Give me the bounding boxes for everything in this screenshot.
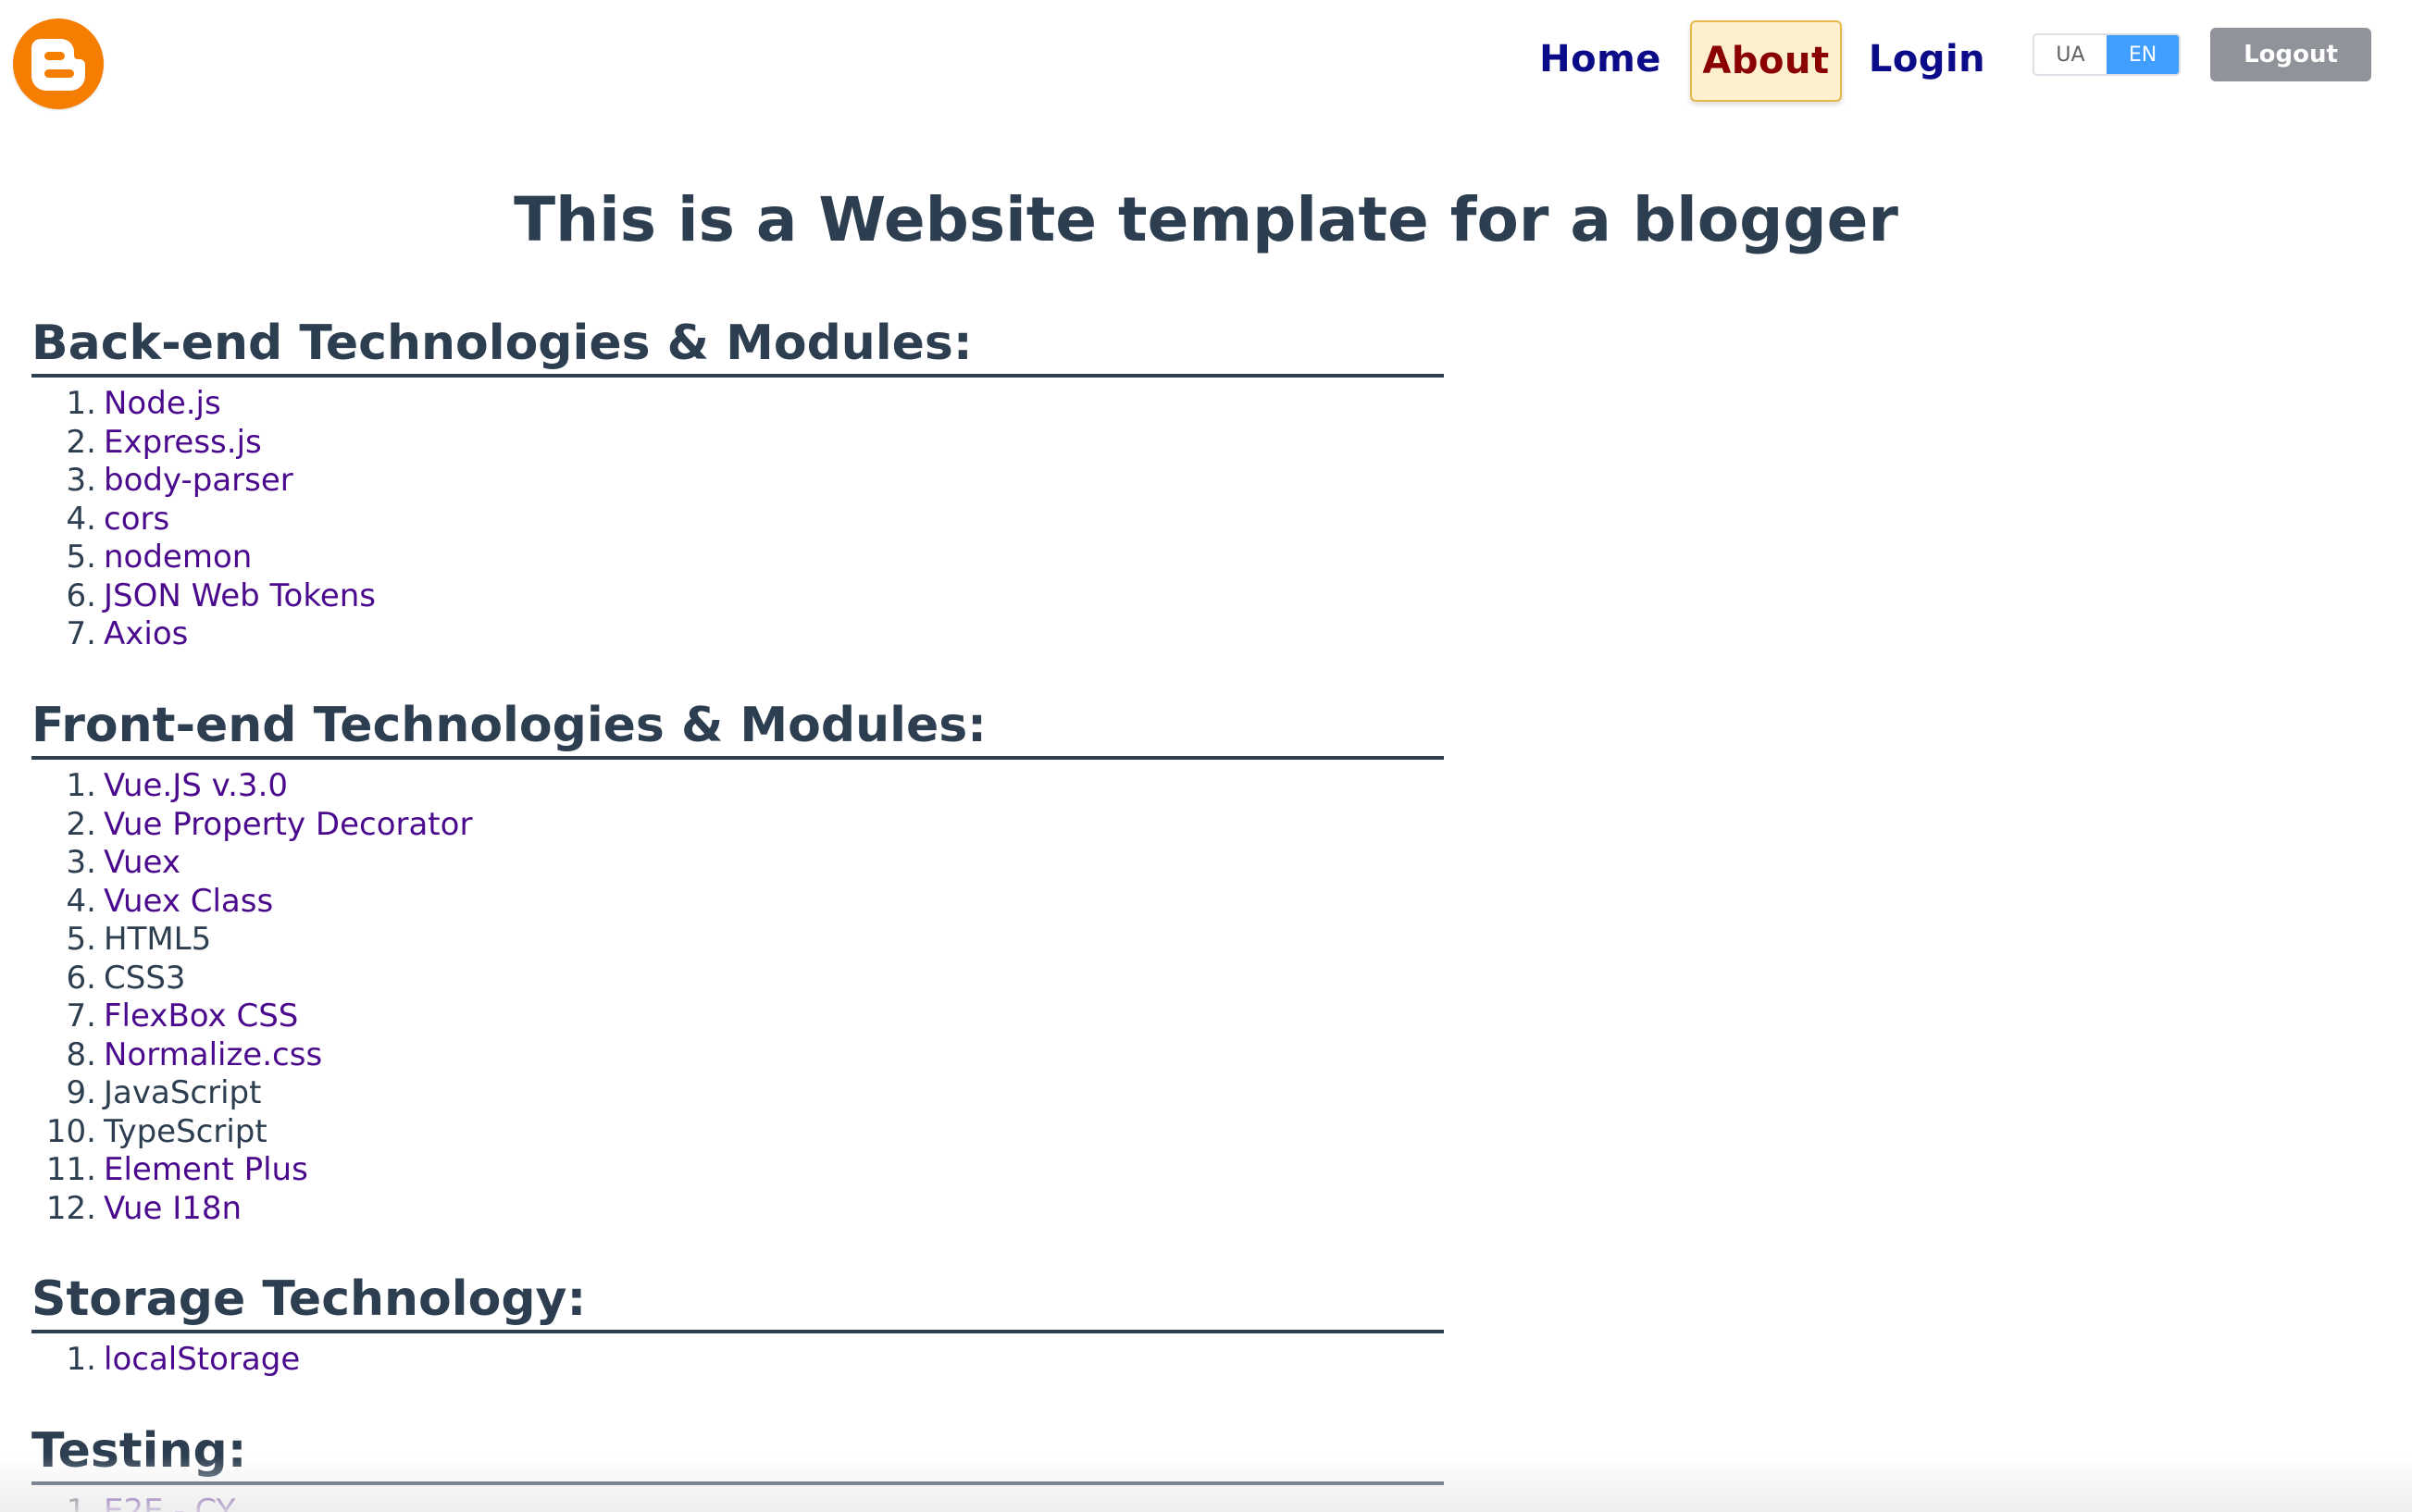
list-item-number: 7. (66, 615, 96, 653)
list-item-number: 3. (66, 462, 96, 500)
list-item: 2. Vue Property Decorator (31, 806, 1444, 845)
list-item: 1. localStorage (31, 1341, 1444, 1380)
tech-link[interactable]: JSON Web Tokens (104, 577, 376, 616)
tech-link[interactable]: Vue Property Decorator (104, 806, 472, 845)
list-item: 5. HTML5 (31, 921, 1444, 960)
list-item: 9. JavaScript (31, 1074, 1444, 1113)
list-item-number: 1. (66, 767, 96, 805)
section-heading: Front-end Technologies & Modules: (31, 699, 1444, 761)
list-item: 10. TypeScript (31, 1113, 1444, 1152)
list-item-number: 1. (66, 1493, 96, 1512)
list-item-number: 6. (66, 959, 96, 997)
tech-link[interactable]: cors (104, 501, 169, 539)
list-item-number: 5. (66, 539, 96, 576)
list-item-number: 6. (66, 576, 96, 614)
list-item-number: 4. (66, 882, 96, 920)
section-heading: Storage Technology: (31, 1272, 1444, 1334)
list-item: 4. Vuex Class (31, 883, 1444, 922)
list-item-number: 2. (66, 423, 96, 461)
tech-link[interactable]: Axios (104, 615, 188, 654)
tech-link[interactable]: Normalize.css (104, 1036, 322, 1075)
list-item-number: 3. (66, 844, 96, 882)
list-item-number: 8. (66, 1035, 96, 1073)
list-item-number: 1. (66, 1341, 96, 1379)
tech-link[interactable]: Vuex (104, 844, 180, 883)
tech-link[interactable]: FlexBox CSS (104, 998, 298, 1036)
tech-link[interactable]: Vue I18n (104, 1190, 242, 1229)
tech-list: 1. localStorage (31, 1341, 1444, 1380)
nav-login-link[interactable]: Login (1862, 20, 1992, 98)
tech-link[interactable]: Vue.JS v.3.0 (104, 767, 288, 806)
list-item: 4. cors (31, 501, 1444, 539)
list-item-number: 9. (66, 1074, 96, 1112)
list-item: 6. CSS3 (31, 960, 1444, 998)
nav-about-link[interactable]: About (1690, 20, 1842, 102)
list-item-number: 7. (66, 998, 96, 1035)
tech-list: 1. Vue.JS v.3.0 2. Vue Property Decorator 3.… (31, 767, 1444, 1228)
lang-ua-button[interactable]: UA (2034, 35, 2107, 74)
section-heading: Back-end Technologies & Modules: (31, 316, 1444, 378)
tech-link[interactable]: Element Plus (104, 1151, 308, 1190)
list-item-number: 5. (66, 921, 96, 959)
tech-link[interactable]: Node.js (104, 385, 221, 424)
tech-list: 1. Node.js 2. Express.js 3. body-parser 4. cors… (31, 385, 1444, 654)
tech-label: CSS3 (104, 959, 186, 997)
tech-list: 1. E2E - CY (31, 1493, 1444, 1512)
section-heading: Testing: (31, 1424, 1444, 1486)
section-backend: Back-end Technologies & Modules: 1. Node.… (31, 316, 1444, 654)
list-item-number: 11. (45, 1151, 96, 1189)
section-frontend: Front-end Technologies & Modules: 1. Vue.… (31, 699, 1444, 1228)
list-item: 5. nodemon (31, 539, 1444, 577)
lang-en-button[interactable]: EN (2107, 35, 2179, 74)
tech-link[interactable]: Vuex Class (104, 883, 273, 922)
list-item: 3. body-parser (31, 462, 1444, 501)
tech-link[interactable]: body-parser (104, 462, 293, 501)
section-testing: Testing: 1. E2E - CY (31, 1424, 1444, 1512)
list-item-number: 12. (45, 1189, 96, 1227)
list-item: 1. Vue.JS v.3.0 (31, 767, 1444, 806)
list-item-number: 2. (66, 805, 96, 843)
tech-label: JavaScript (104, 1074, 262, 1112)
list-item-number: 1. (66, 385, 96, 423)
page-title: This is a Website template for a blogger (514, 184, 1898, 255)
tech-link[interactable]: nodemon (104, 539, 252, 577)
blogger-logo-icon[interactable] (13, 19, 104, 109)
list-item-number: 10. (45, 1112, 96, 1150)
tech-label: TypeScript (104, 1112, 267, 1150)
language-switch: UA EN (2033, 33, 2181, 76)
list-item: 3. Vuex (31, 844, 1444, 883)
list-item: 7. FlexBox CSS (31, 998, 1444, 1036)
list-item: 12. Vue I18n (31, 1190, 1444, 1229)
list-item: 8. Normalize.css (31, 1036, 1444, 1075)
tech-link[interactable]: Express.js (104, 424, 262, 463)
tech-link[interactable]: E2E - CY (104, 1493, 235, 1512)
list-item: 11. Element Plus (31, 1151, 1444, 1190)
list-item: 6. JSON Web Tokens (31, 577, 1444, 616)
logout-button[interactable]: Logout (2210, 28, 2371, 81)
list-item: 2. Express.js (31, 424, 1444, 463)
nav-home-link[interactable]: Home (1527, 20, 1673, 98)
list-item-number: 4. (66, 500, 96, 538)
tech-link[interactable]: localStorage (104, 1341, 300, 1380)
list-item: 1. Node.js (31, 385, 1444, 424)
tech-label: HTML5 (104, 921, 212, 959)
list-item: 7. Axios (31, 615, 1444, 654)
page: Home About Login UA EN Logout This is a … (0, 0, 2412, 1512)
section-storage: Storage Technology: 1. localStorage (31, 1272, 1444, 1380)
list-item: 1. E2E - CY (31, 1493, 1444, 1512)
blogger-b-glyph (31, 39, 85, 91)
